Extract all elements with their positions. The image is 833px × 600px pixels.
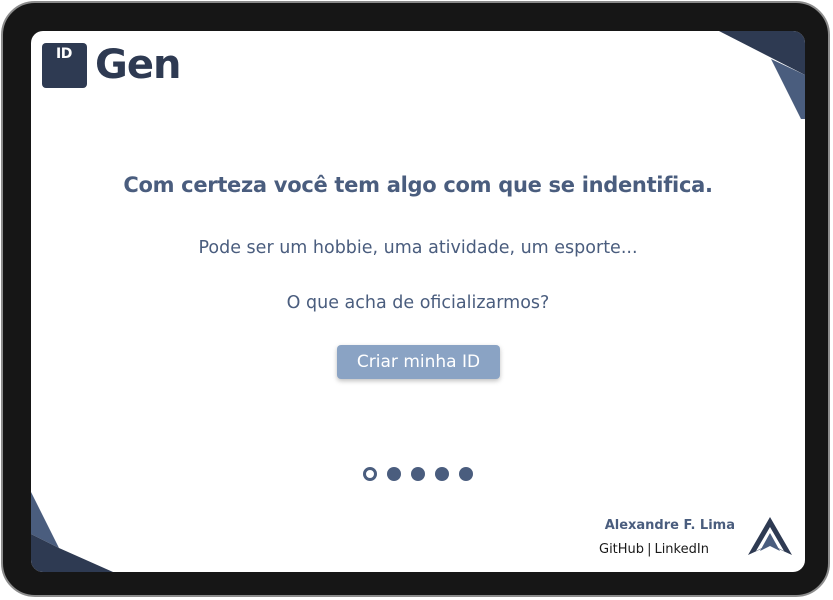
linkedin-link[interactable]: LinkedIn [654, 542, 708, 557]
pagination-dots [363, 467, 473, 481]
pagination-dot-5[interactable] [459, 467, 473, 481]
app-logo[interactable]: ID Gen [42, 42, 181, 88]
logo-badge: ID [42, 43, 87, 88]
link-separator: | [647, 542, 652, 557]
device-frame: ID Gen Com certeza você tem algo com que… [1, 1, 830, 597]
pagination-dot-2[interactable] [387, 467, 401, 481]
chevron-up-logo-icon [748, 517, 792, 555]
pagination-dot-4[interactable] [435, 467, 449, 481]
corner-decoration-top-right [719, 31, 805, 119]
github-link[interactable]: GitHub [599, 542, 644, 557]
social-links: GitHub | LinkedIn [599, 542, 709, 557]
intro-paragraph: Pode ser um hobbie, uma atividade, um es… [198, 238, 638, 258]
logo-text: Gen [95, 42, 181, 88]
pagination-dot-1[interactable] [363, 467, 377, 481]
create-id-button[interactable]: Criar minha ID [337, 345, 500, 379]
corner-decoration-bottom-left [31, 492, 113, 572]
question-paragraph: O que acha de oficializarmos? [286, 293, 550, 313]
headline: Com certeza você tem algo com que se ind… [123, 173, 713, 197]
author-name: Alexandre F. Lima [604, 518, 735, 533]
logo-badge-text: ID [56, 46, 72, 62]
app-screen: ID Gen Com certeza você tem algo com que… [31, 31, 805, 572]
pagination-dot-3[interactable] [411, 467, 425, 481]
